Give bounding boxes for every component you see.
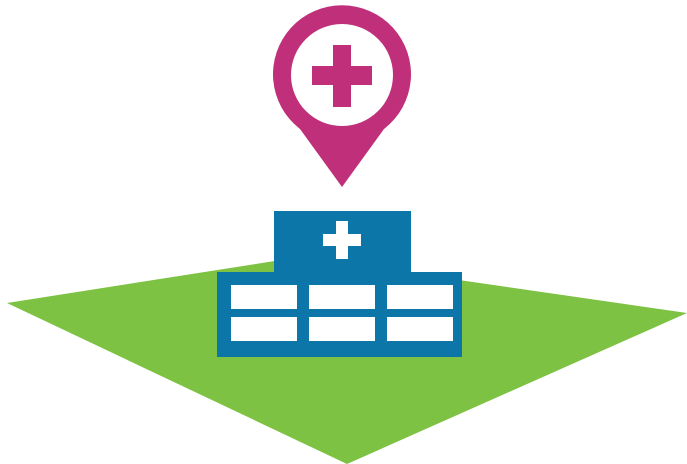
map-pin-icon (273, 5, 412, 188)
building-window (309, 317, 375, 341)
building-main-block (217, 272, 462, 357)
building-window (387, 285, 453, 309)
illustration-canvas (7, 5, 687, 464)
building-window (309, 285, 375, 309)
hospital-location-illustration (0, 0, 687, 464)
building-window (387, 317, 453, 341)
hospital-building-icon (217, 211, 462, 357)
building-window (231, 317, 297, 341)
building-window (231, 285, 297, 309)
